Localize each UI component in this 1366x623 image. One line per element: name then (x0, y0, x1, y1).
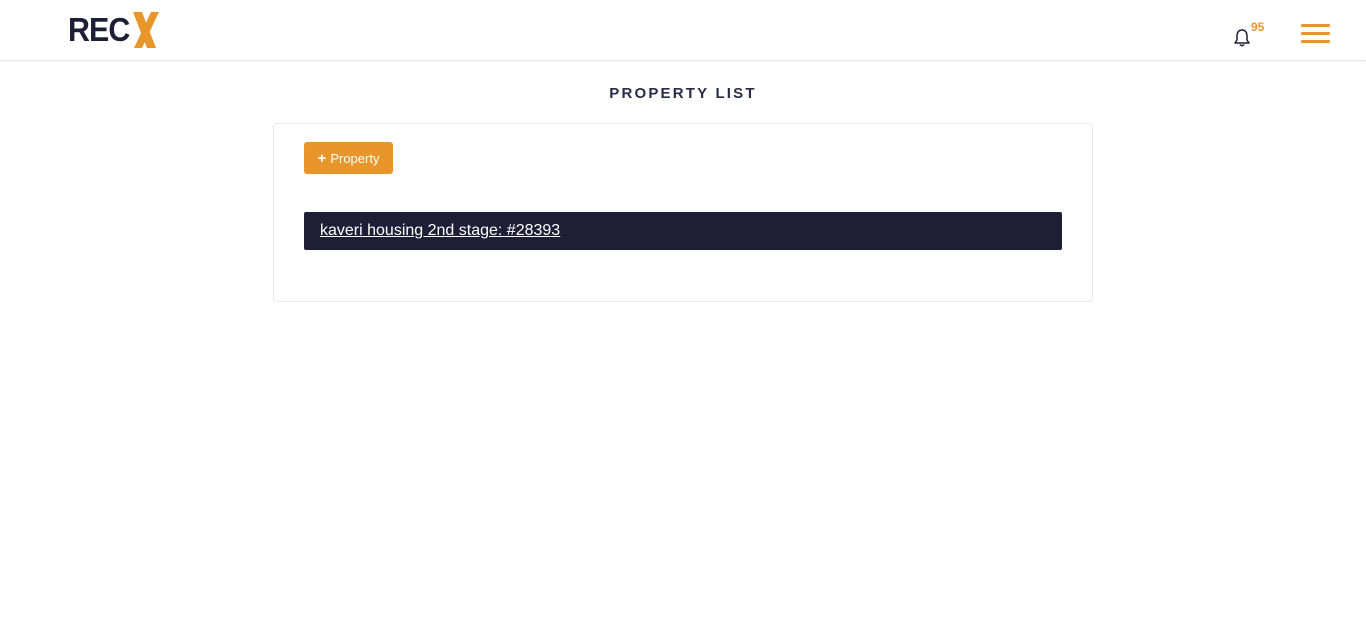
hamburger-menu-icon[interactable] (1301, 24, 1331, 46)
property-link[interactable]: kaveri housing 2nd stage: #28393 (320, 222, 560, 240)
hamburger-line (1301, 32, 1330, 35)
add-property-button[interactable]: + Property (304, 142, 393, 174)
logo-text: REC (68, 11, 130, 48)
notification-count-badge: 95 (1251, 20, 1265, 34)
hamburger-line (1301, 24, 1330, 27)
page-title: PROPERTY LIST (609, 85, 757, 102)
hamburger-line (1301, 40, 1330, 43)
recx-logo[interactable]: REC (68, 10, 161, 50)
property-list-item: kaveri housing 2nd stage: #28393 (304, 212, 1062, 250)
property-list-card: + Property kaveri housing 2nd stage: #28… (273, 123, 1093, 302)
plus-icon: + (317, 149, 327, 167)
logo-x-mark-icon (131, 10, 161, 50)
notification-bell-icon[interactable] (1233, 28, 1253, 48)
top-navbar: REC 95 (0, 0, 1366, 61)
add-property-label: Property (330, 150, 380, 166)
